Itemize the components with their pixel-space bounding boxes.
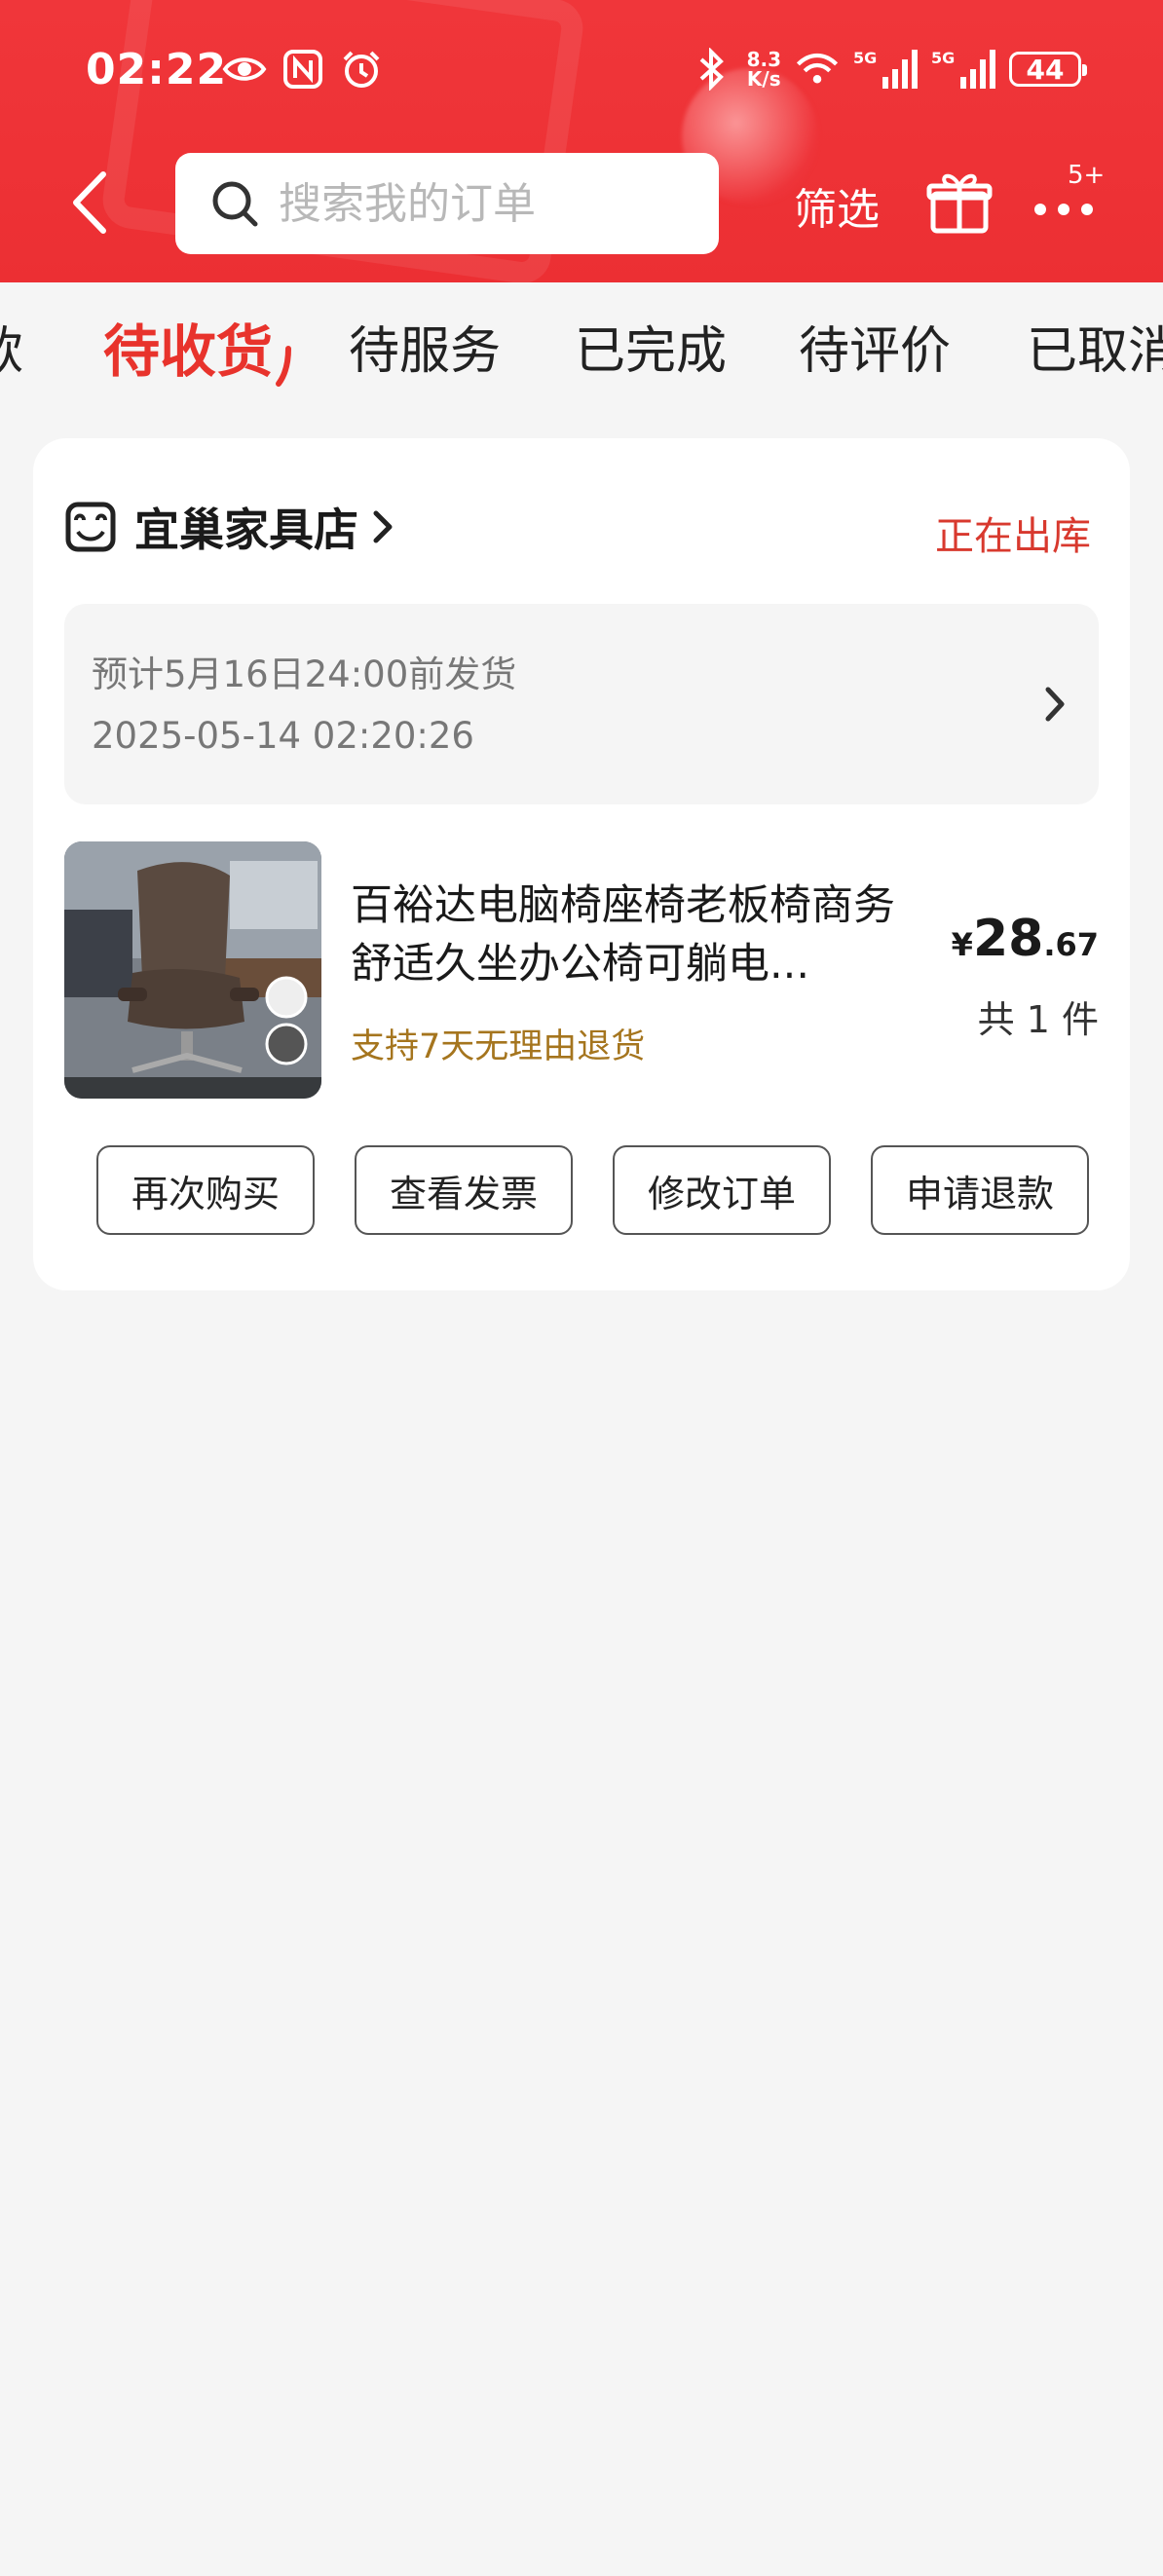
nfc-icon <box>281 47 325 92</box>
tab-refund[interactable]: 款 <box>0 310 23 383</box>
filter-button[interactable]: 筛选 <box>794 174 880 237</box>
svg-text:5G: 5G <box>931 49 955 67</box>
back-button[interactable] <box>60 168 119 237</box>
order-time: 2025-05-14 02:20:26 <box>92 715 474 757</box>
tab-pending-receipt[interactable]: 待收货 <box>103 306 273 388</box>
status-time: 02:22 <box>86 45 228 94</box>
request-refund-button[interactable]: 申请退款 <box>871 1145 1089 1235</box>
battery-indicator: 44 <box>1009 52 1087 87</box>
product-price: ¥28.67 <box>952 910 1099 968</box>
network-speed: 8.3 K/s <box>746 48 781 91</box>
tab-active-indicator <box>276 346 291 387</box>
search-box[interactable] <box>175 153 719 254</box>
more-badge: 5+ <box>1068 161 1106 190</box>
tab-completed[interactable]: 已完成 <box>575 310 727 383</box>
product-title[interactable]: 百裕达电脑椅座椅老板椅商务舒适久坐办公椅可躺电... <box>351 877 896 993</box>
signal-sim2-icon: 5G <box>931 47 995 92</box>
order-actions: 再次购买 查看发票 修改订单 申请退款 <box>96 1145 1127 1237</box>
tab-pending-review[interactable]: 待评价 <box>799 310 951 383</box>
chevron-right-icon <box>373 510 393 543</box>
status-bar: 02:22 8.3 K/s 5G 5G 44 <box>0 39 1163 107</box>
order-status: 正在出库 <box>935 514 1091 559</box>
price-decimal: .67 <box>1043 926 1099 963</box>
eye-icon <box>222 47 267 92</box>
wifi-icon <box>795 47 840 92</box>
shipping-info[interactable]: 预计5月16日24:00前发货 2025-05-14 02:20:26 <box>64 604 1099 804</box>
order-tabs: 款 待收货 待服务 已完成 待评价 已取消 <box>0 282 1163 409</box>
return-policy: 支持7天无理由退货 <box>351 1027 646 1066</box>
buy-again-button[interactable]: 再次购买 <box>96 1145 315 1235</box>
tab-cancelled[interactable]: 已取消 <box>1027 310 1163 383</box>
gift-icon <box>926 173 993 234</box>
status-icons-right: 8.3 K/s 5G 5G 44 <box>689 47 1087 92</box>
bluetooth-icon <box>689 47 733 92</box>
chevron-right-icon <box>1045 687 1065 722</box>
price-integer: 28 <box>972 910 1044 968</box>
shop-icon <box>65 502 116 552</box>
modify-order-button[interactable]: 修改订单 <box>613 1145 831 1235</box>
search-icon <box>212 181 258 227</box>
gift-button[interactable] <box>925 168 994 237</box>
price-currency: ¥ <box>951 926 973 963</box>
alarm-icon <box>339 47 384 92</box>
svg-text:5G: 5G <box>853 49 877 67</box>
status-icons-left <box>222 47 384 92</box>
tab-pending-service[interactable]: 待服务 <box>349 310 501 383</box>
header: 02:22 8.3 K/s 5G 5G 44 搜索我的订单 筛选 5+ <box>0 0 1163 282</box>
ship-estimate: 预计5月16日24:00前发货 <box>92 653 517 695</box>
product-image[interactable] <box>64 841 321 1099</box>
search-input[interactable] <box>277 177 709 230</box>
product-quantity: 共 1 件 <box>977 998 1099 1041</box>
signal-sim1-icon: 5G <box>853 47 918 92</box>
view-invoice-button[interactable]: 查看发票 <box>355 1145 573 1235</box>
office-chair-image <box>64 841 321 1099</box>
order-card[interactable]: 宜巢家具店 正在出库 预计5月16日24:00前发货 2025-05-14 02… <box>33 438 1130 1290</box>
chevron-left-icon <box>73 171 106 234</box>
nav-row: 筛选 5+ <box>0 151 1163 258</box>
shop-name[interactable]: 宜巢家具店 <box>134 495 358 559</box>
shop-header[interactable]: 宜巢家具店 <box>64 493 397 561</box>
